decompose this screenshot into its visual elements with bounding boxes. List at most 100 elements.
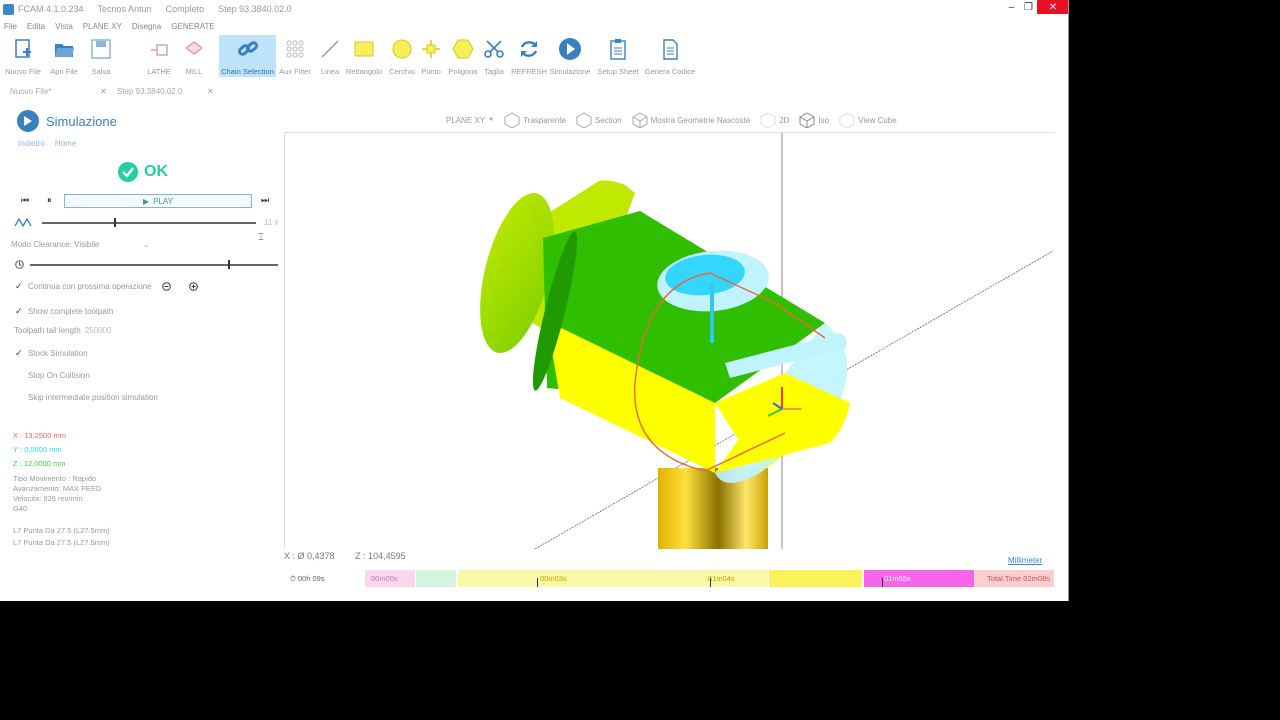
- stock-simulation-checkbox[interactable]: ✓ Stock Simulation: [15, 349, 88, 359]
- circle-icon: [390, 37, 414, 61]
- breadcrumb: Indietro Home: [18, 139, 84, 148]
- save-button[interactable]: Salva: [88, 35, 114, 77]
- menu-edita[interactable]: Edita: [27, 22, 45, 34]
- line-icon: [318, 37, 342, 61]
- close-button[interactable]: ✕: [1037, 0, 1068, 14]
- skip-intermediate-checkbox[interactable]: Skip intermediate position simulation: [15, 393, 158, 402]
- line-button[interactable]: Linea: [318, 35, 342, 77]
- minimize-button[interactable]: –: [1003, 0, 1020, 14]
- units-link[interactable]: Millimeter: [1008, 556, 1042, 565]
- stop-collision-checkbox[interactable]: Stop On Collision: [15, 371, 90, 380]
- skip-start-icon[interactable]: ⏮: [21, 195, 29, 206]
- new-file-button[interactable]: Nuovo File: [3, 35, 43, 77]
- clock-icon: ⏱: [290, 573, 296, 583]
- app-logo-icon: [3, 3, 14, 15]
- polygon-icon: [451, 37, 475, 61]
- show-toolpath-checkbox[interactable]: ✓ Show complete toolpath: [15, 306, 113, 317]
- check-circle-icon: [118, 162, 138, 182]
- timeline-marker: [537, 578, 538, 587]
- tool-info: L7 Punta Da 27.5 (L27.5mm) L7 Punta Da 2…: [13, 526, 110, 547]
- plus-circle-icon[interactable]: [189, 282, 198, 291]
- z-position: Z : 12,0000 mm: [13, 459, 66, 468]
- timeline-bar: ⏱ 00h 09s 00m00s 00m03s 01m04s 01m55s To…: [284, 570, 1054, 587]
- cursor-coordinates: X : Ø 0,4378 Z : 104,4595: [284, 551, 424, 561]
- cube-icon: [799, 112, 815, 128]
- point-button[interactable]: Punto: [420, 35, 442, 77]
- save-icon: [89, 37, 113, 61]
- point-icon: [419, 37, 443, 61]
- polygon-button[interactable]: Poligono: [446, 35, 480, 77]
- view-cube-toggle[interactable]: View Cube: [839, 112, 897, 128]
- trim-button[interactable]: Taglia: [483, 35, 505, 77]
- aux-filter-button[interactable]: Aux Filter: [279, 35, 311, 77]
- lathe-icon: [147, 37, 171, 61]
- drill-tool: [710, 283, 714, 343]
- cube-icon: [760, 112, 776, 128]
- timeline-segment[interactable]: [416, 570, 456, 587]
- position-slider[interactable]: [30, 264, 278, 266]
- timeline-elapsed: ⏱ 00h 09s: [290, 573, 325, 584]
- circle-button[interactable]: Cerchio: [388, 35, 416, 77]
- home-link[interactable]: Home: [55, 139, 76, 148]
- chain-selection-button[interactable]: Chain Selection: [219, 35, 276, 77]
- 3d-viewport[interactable]: [284, 132, 1055, 550]
- menu-file[interactable]: File: [4, 22, 17, 34]
- back-link[interactable]: Indietro: [18, 139, 45, 148]
- part-stem: [658, 468, 768, 550]
- rectangle-button[interactable]: Rettangolo: [345, 35, 383, 77]
- chain-icon: [236, 37, 260, 61]
- menu-disegna[interactable]: Disegna: [132, 22, 161, 34]
- restore-button[interactable]: ❐: [1020, 0, 1037, 14]
- menu-plane[interactable]: PLANE XY: [83, 22, 122, 34]
- panel-title: Simulazione: [46, 113, 117, 129]
- setup-sheet-button[interactable]: Setup Sheet: [596, 35, 640, 77]
- position-slider-thumb[interactable]: [228, 260, 230, 269]
- tail-length-field: Toolpath tail length 250000: [14, 326, 112, 335]
- motion-info: Tipo Movimento : Rapido Avanzamento: MAX…: [13, 474, 102, 513]
- hidden-geometry-toggle[interactable]: Mostra Geometrie Nascoste: [632, 112, 750, 128]
- speed-slider-thumb[interactable]: [114, 218, 116, 227]
- status-text: OK: [144, 163, 168, 180]
- timeline-segment[interactable]: [769, 570, 862, 587]
- cube-icon: [504, 112, 520, 128]
- timeline-segment[interactable]: 00m00s: [365, 570, 415, 587]
- minus-circle-icon[interactable]: [162, 282, 171, 291]
- menu-vista[interactable]: Vista: [55, 22, 73, 34]
- open-file-button[interactable]: Apri File: [46, 35, 82, 77]
- simulation-button[interactable]: Simulazione: [548, 35, 592, 77]
- mill-button[interactable]: MILL: [180, 35, 208, 77]
- transparent-toggle[interactable]: Trasparente: [504, 112, 566, 128]
- title-app-version: FCAM 4.1.0.234: [18, 4, 84, 14]
- continue-checkbox[interactable]: ✓ Continua con prossima operazione: [15, 281, 152, 292]
- refresh-button[interactable]: REFRESH: [511, 35, 547, 77]
- title-file: Step 93.3840.02.0: [218, 4, 292, 14]
- generate-code-button[interactable]: Genera Codice: [644, 35, 696, 77]
- close-tab-icon[interactable]: ✕: [207, 87, 214, 96]
- refresh-icon: [517, 37, 541, 61]
- tab-step-file[interactable]: Step 93.3840.02.0 ✕: [117, 84, 217, 98]
- title-bar: FCAM 4.1.0.234 Tecnos Antun Completo Ste…: [0, 0, 1068, 18]
- rectangle-icon: [352, 37, 376, 61]
- playback-controls: ⏮ ⏸ ▶ PLAY ⏭: [18, 193, 273, 209]
- section-toggle[interactable]: Section: [576, 112, 622, 128]
- play-button[interactable]: ▶ PLAY: [64, 194, 252, 208]
- clearance-mode-select[interactable]: Modo Clearance: Visibile ⌄: [11, 240, 149, 249]
- speed-slider[interactable]: [42, 222, 256, 224]
- close-tab-icon[interactable]: ✕: [100, 87, 107, 96]
- plane-select[interactable]: PLANE XY ▼: [446, 116, 494, 125]
- cube-icon: [839, 112, 855, 128]
- view-2d-button[interactable]: 2D: [760, 112, 789, 128]
- timeline-marker: [882, 578, 883, 587]
- skip-end-icon[interactable]: ⏭: [261, 195, 269, 206]
- tab-new-file[interactable]: Nuovo File* ✕: [10, 84, 110, 98]
- pause-icon[interactable]: ⏸: [47, 195, 52, 206]
- lathe-button[interactable]: LATHE: [144, 35, 174, 77]
- tail-length-input[interactable]: 250000: [85, 326, 112, 335]
- speed-value: 11 x: [264, 218, 279, 227]
- menu-generate[interactable]: GENERATE: [171, 22, 214, 34]
- checkmark-icon: ✓: [15, 281, 23, 291]
- view-iso-button[interactable]: Iso: [799, 112, 829, 128]
- checkmark-icon: ✓: [15, 306, 23, 316]
- timeline-segment[interactable]: 00m03s 01m04s: [458, 570, 768, 587]
- x-coordinate: X : Ø 0,4378: [284, 551, 335, 561]
